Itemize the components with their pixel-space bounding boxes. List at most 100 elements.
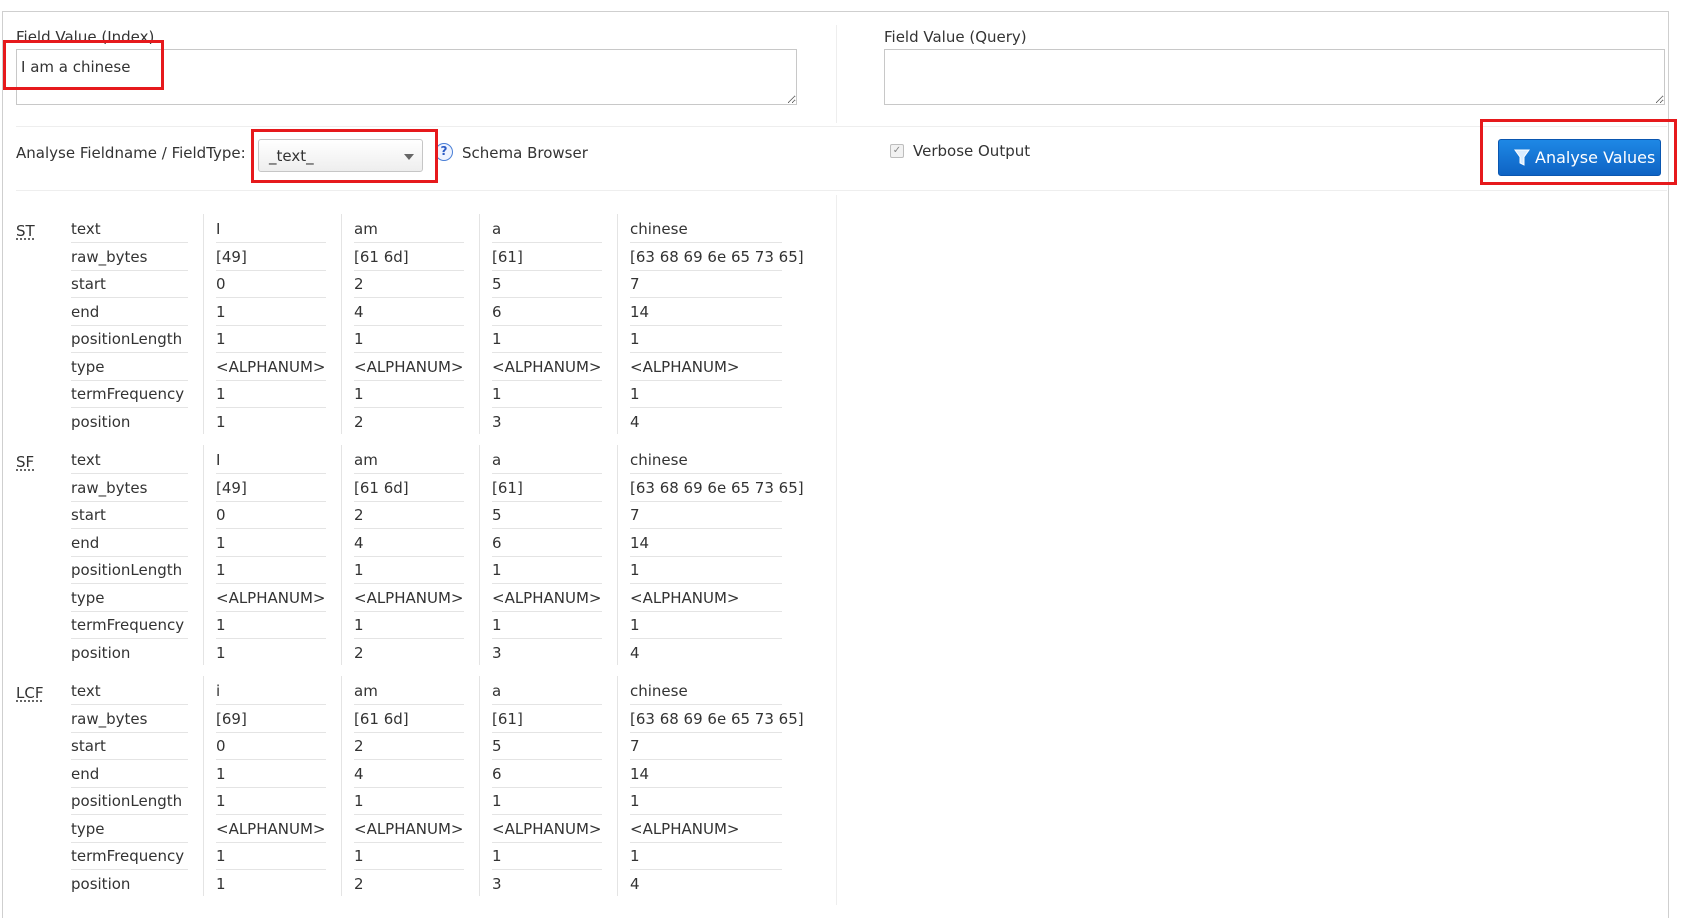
token-cell: 2: [354, 412, 364, 431]
token-cell: 2: [354, 506, 364, 524]
row-divider: [630, 841, 782, 843]
token-cell: 2: [354, 874, 364, 893]
row-divider: [354, 610, 464, 612]
token-cell: 1: [354, 792, 364, 810]
token-cell: [63 68 69 6e 65 73 65]: [630, 247, 804, 266]
token-cell: 1: [216, 616, 226, 634]
token-cell: a: [492, 220, 502, 238]
row-divider: [492, 555, 602, 557]
token-cell: <ALPHANUM>: [216, 819, 326, 838]
token-cell: 1: [630, 616, 640, 634]
token-cell: [69]: [216, 709, 247, 728]
attribute-label: start: [71, 506, 106, 524]
top-row-divider: [16, 126, 1667, 127]
stage-abbr[interactable]: ST: [16, 222, 35, 240]
column-separator: [617, 676, 618, 896]
token-cell: <ALPHANUM>: [216, 588, 326, 607]
row-divider: [71, 528, 188, 529]
token-cell: 1: [216, 643, 226, 662]
row-divider: [354, 352, 464, 353]
attribute-label: raw_bytes: [71, 478, 148, 497]
query-field-textarea[interactable]: [884, 49, 1665, 105]
token-cell: [63 68 69 6e 65 73 65]: [630, 478, 804, 497]
row-divider: [71, 555, 188, 557]
row-divider: [630, 528, 782, 529]
row-divider: [492, 841, 602, 843]
row-divider: [71, 500, 188, 502]
token-cell: 4: [630, 412, 640, 431]
token-cell: 1: [216, 412, 226, 431]
row-divider: [354, 379, 464, 381]
attribute-label: termFrequency: [71, 847, 185, 865]
attribute-label: raw_bytes: [71, 709, 148, 728]
attribute-label: position: [71, 412, 131, 431]
row-divider: [354, 324, 464, 326]
token-cell: 4: [354, 302, 364, 321]
row-divider: [71, 786, 188, 788]
row-divider: [71, 297, 188, 298]
column-separator: [479, 676, 480, 896]
row-divider: [354, 841, 464, 843]
row-divider: [354, 814, 464, 815]
row-divider: [216, 638, 326, 639]
analyse-values-label: Analyse Values: [1535, 148, 1656, 167]
schema-browser-link[interactable]: Schema Browser: [462, 144, 588, 162]
token-cell: <ALPHANUM>: [630, 357, 740, 376]
token-cell: 1: [216, 385, 226, 403]
row-divider: [630, 269, 782, 271]
row-divider: [71, 731, 188, 733]
attribute-label: termFrequency: [71, 385, 185, 403]
row-divider: [492, 297, 602, 298]
question-circle-icon[interactable]: ?: [435, 143, 453, 161]
row-divider: [71, 814, 188, 815]
token-cell: 7: [630, 506, 640, 524]
row-divider: [630, 638, 782, 639]
token-cell: [61]: [492, 247, 523, 266]
query-field-label: Field Value (Query): [884, 28, 1027, 46]
token-cell: <ALPHANUM>: [354, 819, 464, 838]
row-divider: [492, 242, 602, 243]
row-divider: [71, 379, 188, 381]
row-divider: [492, 583, 602, 584]
row-divider: [71, 583, 188, 584]
token-cell: 6: [492, 533, 502, 552]
row-divider: [216, 407, 326, 408]
row-divider: [71, 352, 188, 353]
attribute-label: start: [71, 275, 106, 293]
stage-abbr[interactable]: SF: [16, 453, 34, 471]
row-divider: [492, 638, 602, 639]
row-divider: [216, 352, 326, 353]
column-separator: [203, 445, 204, 665]
filter-icon: [1514, 149, 1530, 166]
index-field-textarea[interactable]: I am a chinese: [16, 49, 797, 105]
fieldtype-select[interactable]: _text_: [258, 139, 423, 172]
token-cell: a: [492, 451, 502, 469]
row-divider: [354, 269, 464, 271]
token-cell: [61 6d]: [354, 247, 409, 266]
token-cell: 1: [216, 302, 226, 321]
attribute-label: positionLength: [71, 561, 183, 579]
token-cell: 1: [216, 792, 226, 810]
row-divider: [216, 759, 326, 760]
row-divider: [216, 297, 326, 298]
verbose-checkbox[interactable]: ✓: [890, 144, 904, 158]
token-cell: 1: [630, 847, 640, 865]
token-cell: [61]: [492, 478, 523, 497]
analyse-values-button[interactable]: Analyse Values: [1498, 139, 1661, 176]
token-cell: 1: [354, 561, 364, 579]
row-divider: [71, 869, 188, 870]
row-divider: [71, 759, 188, 760]
row-divider: [492, 473, 602, 474]
row-divider: [216, 704, 326, 705]
row-divider: [71, 638, 188, 639]
column-separator: [341, 676, 342, 896]
stage-abbr[interactable]: LCF: [16, 684, 43, 702]
row-divider: [354, 555, 464, 557]
row-divider: [71, 610, 188, 612]
token-cell: 2: [354, 737, 364, 755]
row-divider: [492, 814, 602, 815]
token-cell: 6: [492, 302, 502, 321]
token-cell: [49]: [216, 247, 247, 266]
row-divider: [492, 324, 602, 326]
row-divider: [630, 324, 782, 326]
